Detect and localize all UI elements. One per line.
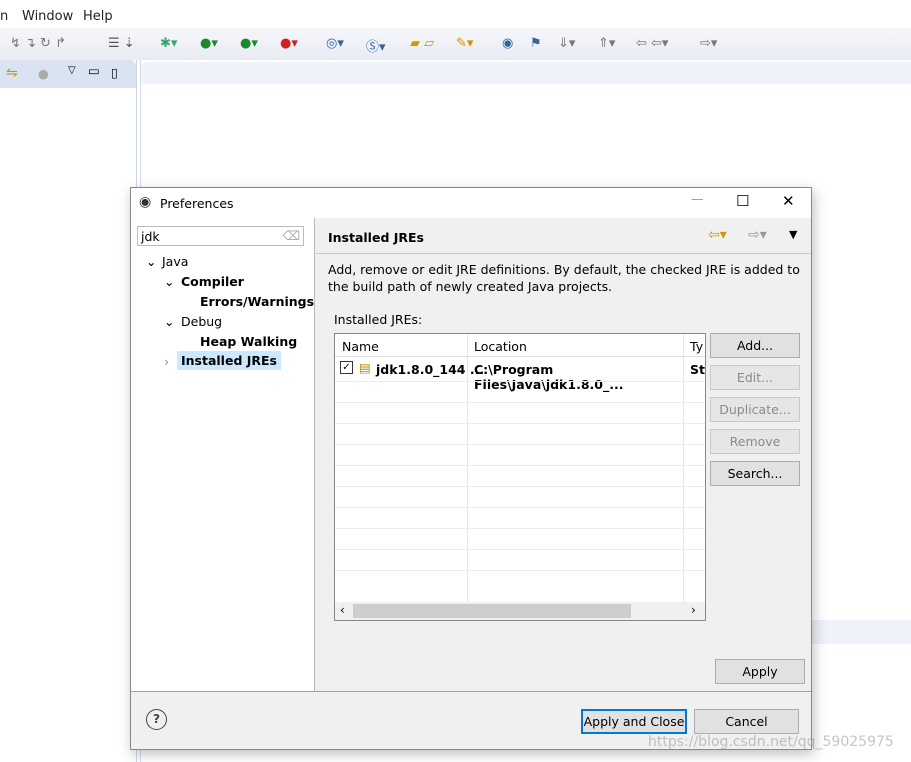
tree-item-errors-warnings[interactable]: Errors/Warnings	[200, 294, 314, 309]
page-title: Installed JREs	[328, 230, 425, 245]
bottom-view-header	[810, 620, 911, 644]
focus-icon[interactable]: ●	[38, 66, 49, 81]
view-menu-icon[interactable]: ▽	[68, 65, 76, 76]
minimize-icon[interactable]: ▭	[88, 63, 100, 78]
expand-installed-jres-icon[interactable]: ›	[164, 354, 169, 369]
preferences-dialog: ◉ Preferences — ☐ ✕ jdk ⌫ ⌄ Java ⌄ Compi…	[130, 187, 812, 750]
left-view-header: ⇋ ● ▽ ▭ ▯	[0, 60, 136, 88]
watermark: https://blog.csdn.net/qq_59025975	[648, 734, 894, 750]
forward-icon[interactable]: ⇨▾	[700, 36, 717, 51]
grid-line	[335, 444, 705, 445]
title-bar: ◉ Preferences — ☐ ✕	[131, 188, 811, 218]
toggle-icons[interactable]: ☰ ⇣	[108, 36, 135, 51]
grid-line	[335, 570, 705, 571]
table-label: Installed JREs:	[334, 312, 423, 327]
preference-tree: jdk ⌫ ⌄ Java ⌄ Compiler Errors/Warnings …	[131, 218, 315, 691]
column-name[interactable]: Name	[342, 339, 379, 354]
jre-icon: ▤	[359, 360, 371, 375]
expand-debug-icon[interactable]: ⌄	[164, 314, 174, 329]
scroll-left-icon[interactable]: ‹	[340, 603, 345, 617]
grid-line	[335, 381, 705, 382]
dialog-title: Preferences	[160, 196, 234, 211]
left-view	[0, 60, 137, 762]
search-tool-icon[interactable]: ✎▾	[456, 36, 473, 51]
grid-line	[335, 528, 705, 529]
apply-and-close-button[interactable]: Apply and Close	[581, 709, 687, 734]
grid-line	[335, 402, 705, 403]
tree-item-java[interactable]: Java	[162, 254, 188, 269]
open-type-icon[interactable]: ▰ ▱	[410, 36, 434, 51]
new-class-icon[interactable]: ◎▾	[326, 36, 344, 51]
scrollbar-thumb[interactable]	[353, 604, 631, 618]
help-icon[interactable]: ?	[146, 709, 167, 730]
apply-button[interactable]: Apply	[715, 659, 805, 684]
expand-java-icon[interactable]: ⌄	[146, 254, 156, 269]
clear-filter-icon[interactable]: ⌫	[282, 228, 300, 243]
duplicate-button[interactable]: Duplicate...	[710, 397, 800, 422]
tree-item-debug[interactable]: Debug	[181, 314, 222, 329]
forward-icon[interactable]: ⇨▾	[748, 227, 767, 243]
column-location[interactable]: Location	[474, 339, 527, 354]
maximize-icon[interactable]: ▯	[111, 65, 118, 80]
scroll-right-icon[interactable]: ›	[691, 603, 696, 617]
tree-item-compiler[interactable]: Compiler	[181, 274, 244, 289]
menubar: n Window Help	[0, 0, 911, 28]
coverage-icon[interactable]: ●▾	[240, 36, 258, 51]
grid-line	[335, 549, 705, 550]
table-header: Name Location Ty	[335, 334, 705, 357]
add-button[interactable]: Add...	[710, 333, 800, 358]
grid-line	[335, 486, 705, 487]
grid-line	[335, 423, 705, 424]
editor-header	[141, 62, 911, 84]
grid-line	[335, 465, 705, 466]
menu-run[interactable]: n	[0, 9, 8, 24]
page-menu-icon[interactable]: ▼	[789, 228, 797, 241]
tree-item-heap-walking[interactable]: Heap Walking	[200, 334, 297, 349]
external-tools-icon[interactable]: ●▾	[280, 36, 298, 51]
edit-button[interactable]: Edit...	[710, 365, 800, 390]
jre-name: jdk1.8.0_144 ...	[376, 362, 485, 377]
table-row[interactable]: ✓ ▤ jdk1.8.0_144 ... C:\Program Files\Ja…	[335, 357, 705, 392]
filter-input[interactable]: jdk ⌫	[137, 226, 304, 246]
prev-annotation-icon[interactable]: ⇑▾	[598, 36, 615, 51]
menu-window[interactable]: Window	[22, 9, 73, 24]
next-annotation-icon[interactable]: ⇓▾	[558, 36, 575, 51]
grid-line	[335, 507, 705, 508]
jre-table: Name Location Ty ✓ ▤ jdk1.8.0_144 ... C:…	[334, 333, 706, 621]
remove-button[interactable]: Remove	[710, 429, 800, 454]
horizontal-scrollbar[interactable]: ‹ ›	[335, 602, 705, 620]
last-edit-icon[interactable]: ⇦ ⇦▾	[636, 36, 668, 51]
filter-value: jdk	[141, 229, 160, 244]
jre-type: St	[690, 362, 705, 377]
globe-icon[interactable]: ◉	[502, 36, 513, 51]
cancel-button[interactable]: Cancel	[694, 709, 799, 734]
link-icon[interactable]: ⇋	[6, 65, 18, 81]
back-icon[interactable]: ⇦▾	[708, 227, 727, 243]
page-header: Installed JREs ⇦▾ ⇨▾ ▼	[316, 218, 811, 254]
default-jre-checkbox[interactable]: ✓	[340, 361, 353, 374]
step-icons[interactable]: ↯ ↴ ↻ ↱	[10, 36, 66, 51]
minimize-button[interactable]: —	[691, 191, 704, 206]
jre-location: C:\Program Files\Java\jdk1.8.0_...	[474, 362, 624, 392]
close-button[interactable]: ✕	[782, 192, 795, 210]
run-icon[interactable]: ●▾	[200, 36, 218, 51]
toolbar: ↯ ↴ ↻ ↱ ☰ ⇣ ✱▾ ●▾ ●▾ ●▾ ◎▾ Ⓢ▾ ▰ ▱ ✎▾ ◉ ⚑…	[0, 28, 911, 60]
launch-icon[interactable]: ⚑	[530, 36, 542, 51]
column-type[interactable]: Ty	[690, 339, 703, 354]
tree-item-installed-jres[interactable]: Installed JREs	[177, 351, 282, 370]
page-description: Add, remove or edit JRE definitions. By …	[328, 262, 800, 294]
menu-help[interactable]: Help	[83, 9, 113, 24]
expand-compiler-icon[interactable]: ⌄	[164, 274, 174, 289]
maximize-button[interactable]: ☐	[736, 192, 749, 210]
debug-icon[interactable]: ✱▾	[160, 36, 177, 51]
new-package-icon[interactable]: Ⓢ▾	[366, 36, 386, 55]
eclipse-icon: ◉	[139, 194, 152, 210]
search-button[interactable]: Search...	[710, 461, 800, 486]
